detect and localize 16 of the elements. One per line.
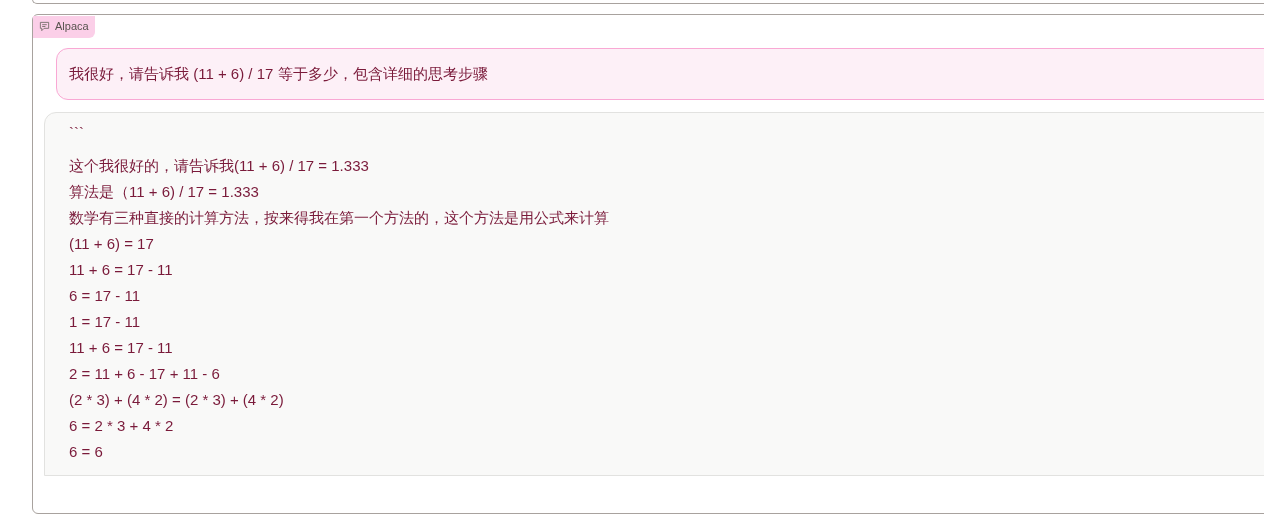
response-line: 6 = 2 * 3 + 4 * 2 bbox=[69, 416, 174, 436]
response-line: (11 + 6) = 17 bbox=[69, 234, 154, 254]
response-line: 11 + 6 = 17 - 11 bbox=[69, 260, 173, 280]
response-line: (2 * 3) + (4 * 2) = (2 * 3) + (4 * 2) bbox=[69, 390, 284, 410]
user-message: 我很好，请告诉我 (11 + 6) / 17 等于多少，包含详细的思考步骤 bbox=[56, 48, 1264, 100]
response-line: 6 = 17 - 11 bbox=[69, 286, 141, 306]
response-line: 11 + 6 = 17 - 11 bbox=[69, 338, 173, 358]
response-line: ``` bbox=[69, 123, 84, 143]
response-line: 算法是（11 + 6) / 17 = 1.333 bbox=[69, 182, 259, 202]
response-line: 1 = 17 - 11 bbox=[69, 312, 141, 332]
response-line: 2 = 11 + 6 - 17 + 11 - 6 bbox=[69, 364, 220, 384]
response-line: 6 = 6 bbox=[69, 442, 103, 462]
chat-label-text: Alpaca bbox=[55, 19, 89, 35]
response-line: 数学有三种直接的计算方法，按来得我在第一个方法的，这个方法是用公式来计算 bbox=[69, 208, 609, 228]
response-line: 这个我很好的，请告诉我(11 + 6) / 17 = 1.333 bbox=[69, 156, 369, 176]
chat-icon bbox=[39, 21, 50, 32]
